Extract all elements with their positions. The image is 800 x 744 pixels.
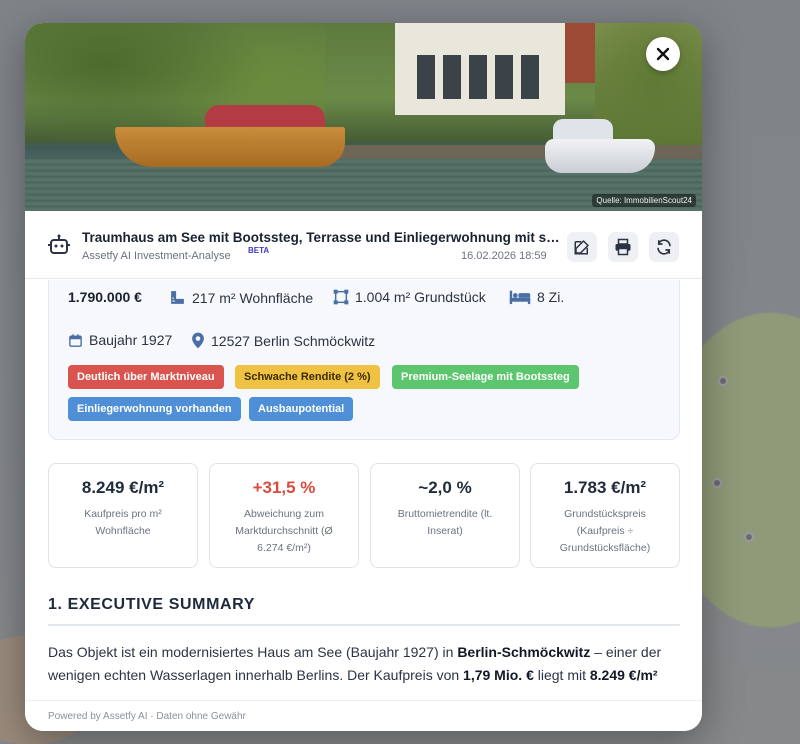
- map-marker: [744, 532, 754, 542]
- refresh-button[interactable]: [649, 232, 679, 262]
- close-icon: [656, 47, 670, 61]
- calendar-icon: [69, 333, 82, 347]
- photo-credit: Quelle: ImmobilienScout24: [592, 194, 696, 207]
- tag-lake-location: Premium-Seelage mit Bootssteg: [392, 365, 579, 389]
- refresh-icon: [657, 239, 671, 255]
- tag-above-market: Deutlich über Marktniveau: [68, 365, 224, 389]
- tag-granny-flat: Einliegerwohnung vorhanden: [68, 397, 241, 421]
- report-header: Traumhaus am See mit Bootssteg, Terrasse…: [25, 211, 702, 279]
- edit-icon: [574, 240, 589, 255]
- edit-button[interactable]: [567, 232, 597, 262]
- fact-rooms: 8 Zi.: [509, 289, 564, 305]
- robot-icon: [48, 234, 70, 254]
- plot-icon: [333, 289, 349, 305]
- report-content: 1.790.000 € 217 m² Wohnfläche 1.004 m² G…: [25, 280, 702, 700]
- property-photo: Quelle: ImmobilienScout24: [25, 23, 702, 211]
- footer-note: Powered by Assetfy AI · Daten ohne Gewäh…: [48, 711, 246, 722]
- print-button[interactable]: [608, 232, 638, 262]
- fact-plot-area: 1.004 m² Grundstück: [333, 289, 486, 305]
- map-marker: [712, 478, 722, 488]
- report-date: 16.02.2026 18:59: [461, 250, 547, 262]
- fact-year-built: Baujahr 1927: [68, 332, 172, 348]
- property-facts-card: 1.790.000 € 217 m² Wohnfläche 1.004 m² G…: [48, 280, 680, 440]
- location-pin-icon: [192, 332, 204, 349]
- metric-market-deviation: +31,5 % Abweichung zum Marktdurchschnitt…: [209, 463, 359, 568]
- beta-badge: BETA: [248, 246, 270, 255]
- fact-location: 12527 Berlin Schmöckwitz: [191, 332, 375, 349]
- tag-weak-yield: Schwache Rendite (2 %): [235, 365, 380, 389]
- bed-icon: [509, 290, 531, 305]
- metric-gross-yield: ~2,0 % Bruttomietrendite (lt. Inserat): [370, 463, 520, 568]
- section-divider: [48, 624, 680, 626]
- modal-footer: Powered by Assetfy AI · Daten ohne Gewäh…: [25, 700, 702, 731]
- section-title: 1. EXECUTIVE SUMMARY: [48, 596, 255, 613]
- area-icon: [171, 291, 184, 304]
- executive-summary-text: Das Objekt ist ein modernisiertes Haus a…: [48, 644, 662, 683]
- tag-expansion-potential: Ausbaupotential: [249, 397, 354, 421]
- analysis-modal: Quelle: ImmobilienScout24 Traumhaus am S…: [25, 23, 702, 731]
- metric-price-per-sqm: 8.249 €/m² Kaufpreis pro m² Wohnfläche: [48, 463, 198, 568]
- metric-land-price: 1.783 €/m² Grundstückspreis (Kaufpreis ÷…: [530, 463, 680, 568]
- fact-price: 1.790.000 €: [68, 289, 142, 305]
- map-marker: [718, 376, 728, 386]
- report-title: Traumhaus am See mit Bootssteg, Terrasse…: [82, 230, 562, 245]
- fact-living-area: 217 m² Wohnfläche: [169, 289, 313, 306]
- close-button[interactable]: [646, 37, 680, 71]
- report-subtitle: Assetfy AI Investment-Analyse: [82, 250, 231, 262]
- print-icon: [615, 238, 631, 256]
